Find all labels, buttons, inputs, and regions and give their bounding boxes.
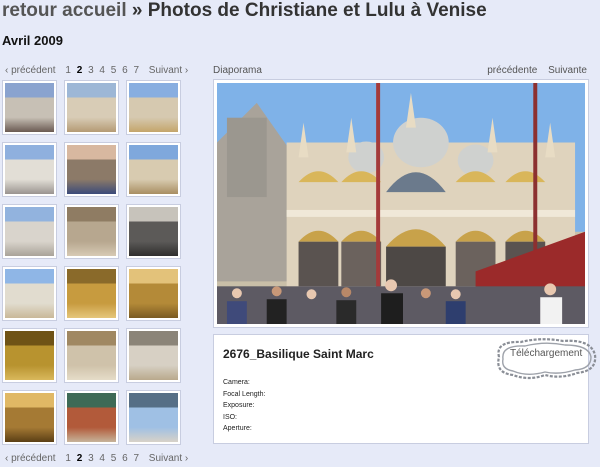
thumbnail-image bbox=[129, 145, 178, 194]
thumbnail[interactable] bbox=[2, 266, 57, 321]
page-1[interactable]: 1 bbox=[65, 453, 71, 464]
pager-prev[interactable]: ‹ précédent bbox=[5, 65, 56, 76]
thumbnail-image bbox=[67, 393, 116, 442]
pager-next[interactable]: Suivant › bbox=[149, 453, 188, 464]
page-2-current: 2 bbox=[76, 453, 83, 464]
page-3[interactable]: 3 bbox=[88, 65, 94, 76]
pager-next[interactable]: Suivant › bbox=[149, 65, 188, 76]
thumbnail-image bbox=[67, 331, 116, 380]
slideshow-link[interactable]: Diaporama bbox=[213, 65, 262, 76]
thumbnail[interactable] bbox=[2, 204, 57, 259]
thumbnail-image bbox=[5, 269, 54, 318]
download-link[interactable]: Téléchargement bbox=[510, 348, 582, 359]
thumbnail-image bbox=[5, 207, 54, 256]
page-7[interactable]: 7 bbox=[133, 65, 139, 76]
thumbnail-image bbox=[5, 145, 54, 194]
main-photo-frame bbox=[213, 79, 589, 328]
exif-exposure: Exposure: bbox=[223, 402, 255, 409]
page-2-current: 2 bbox=[76, 65, 83, 76]
thumbnail[interactable] bbox=[64, 390, 119, 445]
photo-title: 2676_Basilique Saint Marc bbox=[223, 347, 374, 361]
thumbnail[interactable] bbox=[126, 142, 181, 197]
thumbnail[interactable] bbox=[64, 80, 119, 135]
album-date: Avril 2009 bbox=[2, 33, 63, 48]
basilica-photo bbox=[217, 83, 585, 324]
exif-list: Camera: Focal Length: Exposure: ISO: Ape… bbox=[223, 377, 265, 435]
breadcrumb-separator: » bbox=[131, 0, 143, 21]
next-photo-link[interactable]: Suivante bbox=[548, 65, 587, 76]
thumbnail[interactable] bbox=[64, 204, 119, 259]
main-photo[interactable] bbox=[217, 83, 585, 324]
thumbnail[interactable] bbox=[2, 390, 57, 445]
page-5[interactable]: 5 bbox=[111, 453, 117, 464]
thumbnail[interactable] bbox=[64, 328, 119, 383]
exif-camera: Camera: bbox=[223, 379, 250, 386]
page-3[interactable]: 3 bbox=[88, 453, 94, 464]
thumbnail[interactable] bbox=[64, 142, 119, 197]
page-6[interactable]: 6 bbox=[122, 453, 128, 464]
thumbnail-image bbox=[5, 393, 54, 442]
thumbnail-image bbox=[67, 207, 116, 256]
thumbnail[interactable] bbox=[2, 142, 57, 197]
thumbnail-image bbox=[5, 83, 54, 132]
thumbnail[interactable] bbox=[126, 266, 181, 321]
previous-photo-link[interactable]: précédente bbox=[487, 65, 537, 76]
thumbnail-image bbox=[129, 331, 178, 380]
pager-prev[interactable]: ‹ précédent bbox=[5, 453, 56, 464]
thumbnail-image bbox=[129, 207, 178, 256]
album-title: Photos de Christiane et Lulu à Venise bbox=[147, 0, 487, 21]
thumbnail[interactable] bbox=[126, 80, 181, 135]
thumbnail[interactable] bbox=[2, 328, 57, 383]
thumbnail-image bbox=[5, 331, 54, 380]
page-7[interactable]: 7 bbox=[133, 453, 139, 464]
home-link[interactable]: retour accueil bbox=[2, 0, 127, 21]
photo-info-panel: 2676_Basilique Saint Marc Téléchargement… bbox=[213, 334, 597, 444]
photo-nav: précédente Suivante bbox=[479, 65, 587, 76]
exif-focal-length: Focal Length: bbox=[223, 390, 266, 398]
pager-bottom: ‹ précédent 1 2 3 4 5 6 7 Suivant › bbox=[5, 453, 191, 464]
thumbnail-image bbox=[129, 393, 178, 442]
page-5[interactable]: 5 bbox=[111, 65, 117, 76]
thumbnail[interactable] bbox=[126, 390, 181, 445]
page-1[interactable]: 1 bbox=[65, 65, 71, 76]
page-4[interactable]: 4 bbox=[99, 453, 105, 464]
page-6[interactable]: 6 bbox=[122, 65, 128, 76]
thumbnail[interactable] bbox=[2, 80, 57, 135]
page-4[interactable]: 4 bbox=[99, 65, 105, 76]
thumbnail[interactable] bbox=[126, 204, 181, 259]
thumbnail-image bbox=[67, 269, 116, 318]
thumbnail-image bbox=[129, 269, 178, 318]
thumbnail-image bbox=[129, 83, 178, 132]
thumbnail[interactable] bbox=[64, 266, 119, 321]
page-header: retour accueil » Photos de Christiane et… bbox=[2, 0, 487, 24]
exif-iso: ISO: bbox=[223, 413, 238, 421]
thumbnail-image bbox=[67, 145, 116, 194]
thumbnail-image bbox=[67, 83, 116, 132]
pager-top: ‹ précédent 1 2 3 4 5 6 7 Suivant › bbox=[5, 65, 191, 76]
exif-aperture: Aperture: bbox=[223, 425, 252, 432]
thumbnail[interactable] bbox=[126, 328, 181, 383]
